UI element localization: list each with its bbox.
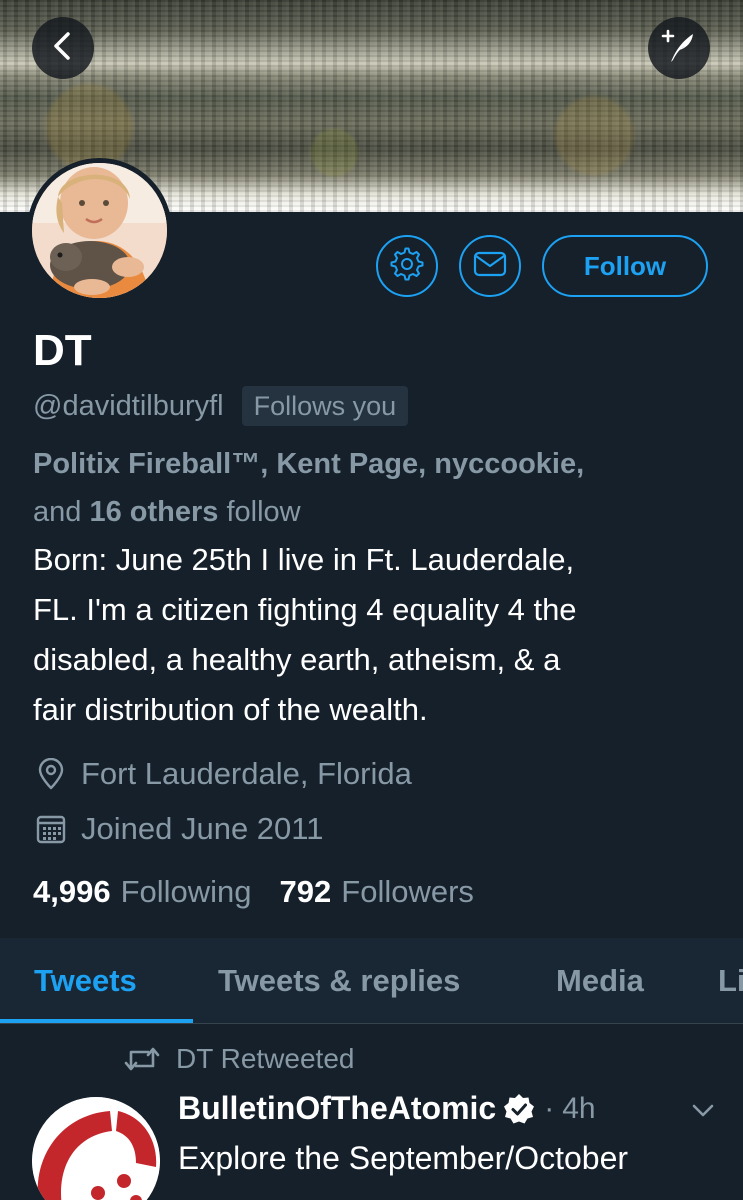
tweet-author-avatar[interactable] bbox=[32, 1097, 160, 1200]
profile-location: Fort Lauderdale, Florida bbox=[33, 756, 412, 792]
location-text: Fort Lauderdale, Florida bbox=[81, 756, 412, 791]
back-button[interactable] bbox=[32, 17, 94, 79]
followers-count[interactable]: 792 bbox=[280, 874, 332, 910]
tweet-header: BulletinOfTheAtomic · 4h bbox=[178, 1090, 596, 1127]
followed-by-and: and bbox=[33, 496, 82, 528]
profile-bio: Born: June 25th I live in Ft. Lauderdale… bbox=[33, 542, 577, 727]
retweet-icon bbox=[120, 1042, 164, 1076]
followed-by-names: Politix Fireball™, Kent Page, nyccookie, bbox=[33, 448, 585, 480]
chevron-down-icon bbox=[691, 1103, 715, 1124]
compose-tweet-button[interactable] bbox=[648, 17, 710, 79]
profile-avatar[interactable] bbox=[27, 158, 172, 303]
tweet-text: Explore the September/October bbox=[178, 1140, 629, 1176]
tweet-time: 4h bbox=[562, 1091, 596, 1125]
followed-by-follow: follow bbox=[226, 496, 301, 528]
following-label[interactable]: Following bbox=[121, 874, 252, 910]
tab-media[interactable]: Media bbox=[556, 938, 644, 1023]
tweet-time-separator: · bbox=[544, 1091, 555, 1125]
followers-label[interactable]: Followers bbox=[341, 874, 474, 910]
tab-tweets[interactable]: Tweets bbox=[34, 938, 137, 1023]
profile-stats: 4,996 Following 792 Followers bbox=[33, 874, 474, 910]
message-button[interactable] bbox=[459, 235, 521, 297]
active-tab-indicator bbox=[0, 1019, 193, 1023]
joined-text: Joined June 2011 bbox=[81, 811, 324, 846]
profile-handle: @davidtilburyfl bbox=[33, 390, 224, 422]
followed-by[interactable]: Politix Fireball™, Kent Page, nyccookie,… bbox=[33, 440, 723, 536]
retweet-label: DT Retweeted bbox=[176, 1043, 355, 1074]
settings-button[interactable] bbox=[376, 235, 438, 297]
profile-joined: Joined June 2011 bbox=[33, 811, 323, 847]
profile-name: DT bbox=[33, 326, 92, 375]
tweet-options-button[interactable] bbox=[688, 1098, 718, 1128]
gear-icon bbox=[390, 247, 424, 286]
calendar-icon bbox=[33, 811, 69, 847]
tab-likes[interactable]: Li bbox=[718, 938, 743, 1023]
handle-row: @davidtilburyfl Follows you bbox=[33, 386, 409, 426]
tab-tweets-and-replies[interactable]: Tweets & replies bbox=[218, 938, 460, 1023]
location-pin-icon bbox=[33, 756, 69, 792]
tweet-author-name[interactable]: BulletinOfTheAtomic bbox=[178, 1090, 496, 1127]
chevron-left-icon bbox=[50, 31, 76, 66]
follows-you-badge: Follows you bbox=[241, 386, 409, 426]
following-count[interactable]: 4,996 bbox=[33, 874, 111, 910]
envelope-icon bbox=[473, 250, 507, 283]
follow-button[interactable]: Follow bbox=[542, 235, 708, 297]
followed-by-others: 16 others bbox=[89, 496, 219, 528]
profile-tabs: Tweets Tweets & replies Media Li bbox=[0, 938, 743, 1024]
compose-quill-icon bbox=[659, 26, 699, 71]
retweet-context[interactable]: DT Retweeted bbox=[120, 1042, 354, 1076]
verified-badge-icon bbox=[502, 1092, 536, 1126]
